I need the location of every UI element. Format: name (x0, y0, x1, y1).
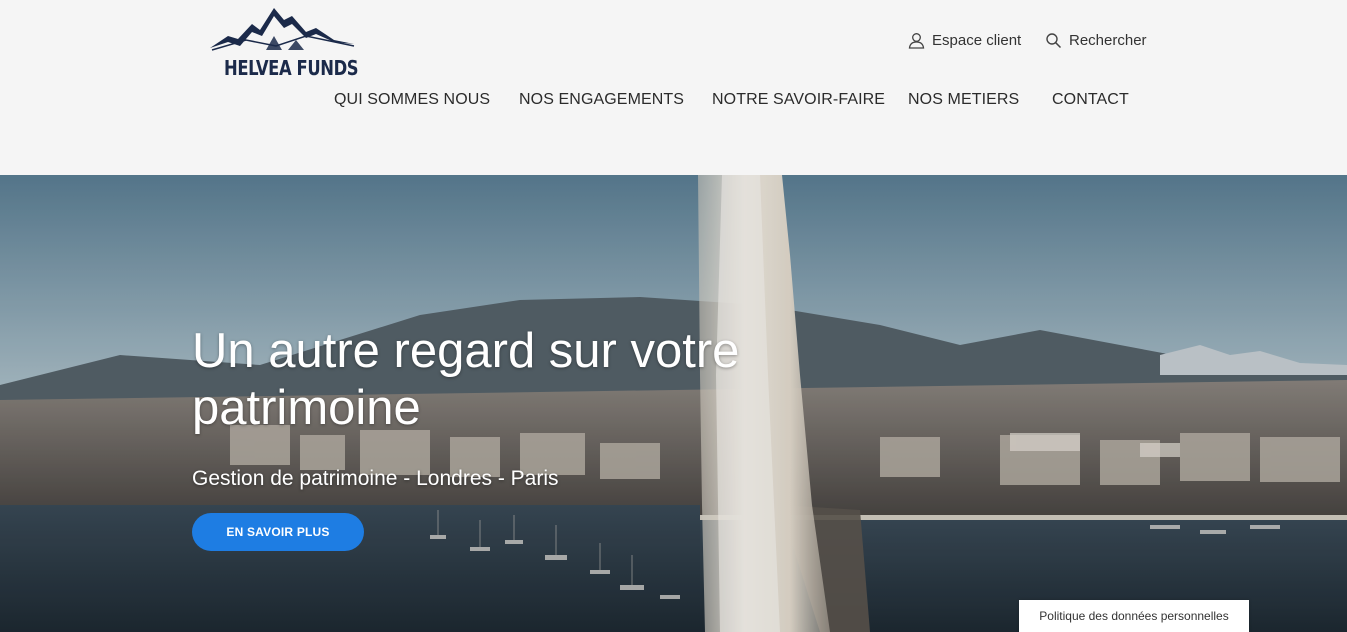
nav-item-qui-sommes-nous[interactable]: QUI SOMMES NOUS (334, 91, 490, 109)
brand-name: HELVEA FUNDS (224, 56, 359, 80)
main-nav: QUI SOMMES NOUS NOS ENGAGEMENTS NOTRE SA… (0, 91, 1347, 113)
hero-title: Un autre regard sur votre patrimoine (192, 324, 740, 435)
hero-subtitle: Gestion de patrimoine - Londres - Paris (192, 467, 559, 490)
learn-more-button[interactable]: EN SAVOIR PLUS (192, 513, 364, 551)
privacy-policy-link[interactable]: Politique des données personnelles (1019, 600, 1249, 632)
nav-item-contact[interactable]: CONTACT (1052, 91, 1129, 109)
hero-banner: Un autre regard sur votre patrimoine Ges… (0, 175, 1347, 632)
client-area-link[interactable]: Espace client (908, 32, 1021, 49)
user-icon (908, 33, 925, 49)
search-link[interactable]: Rechercher (1045, 32, 1147, 49)
search-label: Rechercher (1069, 32, 1147, 49)
mountain-logo-icon (210, 8, 355, 51)
search-icon (1046, 33, 1062, 49)
site-header: HELVEA FUNDS Espace client Rechercher QU… (0, 0, 1347, 175)
client-area-label: Espace client (932, 32, 1022, 49)
nav-item-nos-engagements[interactable]: NOS ENGAGEMENTS (519, 91, 684, 109)
brand-logo[interactable]: HELVEA FUNDS (206, 6, 359, 80)
nav-item-notre-savoir-faire[interactable]: NOTRE SAVOIR-FAIRE (712, 91, 885, 109)
nav-item-nos-metiers[interactable]: NOS METIERS (908, 91, 1019, 109)
